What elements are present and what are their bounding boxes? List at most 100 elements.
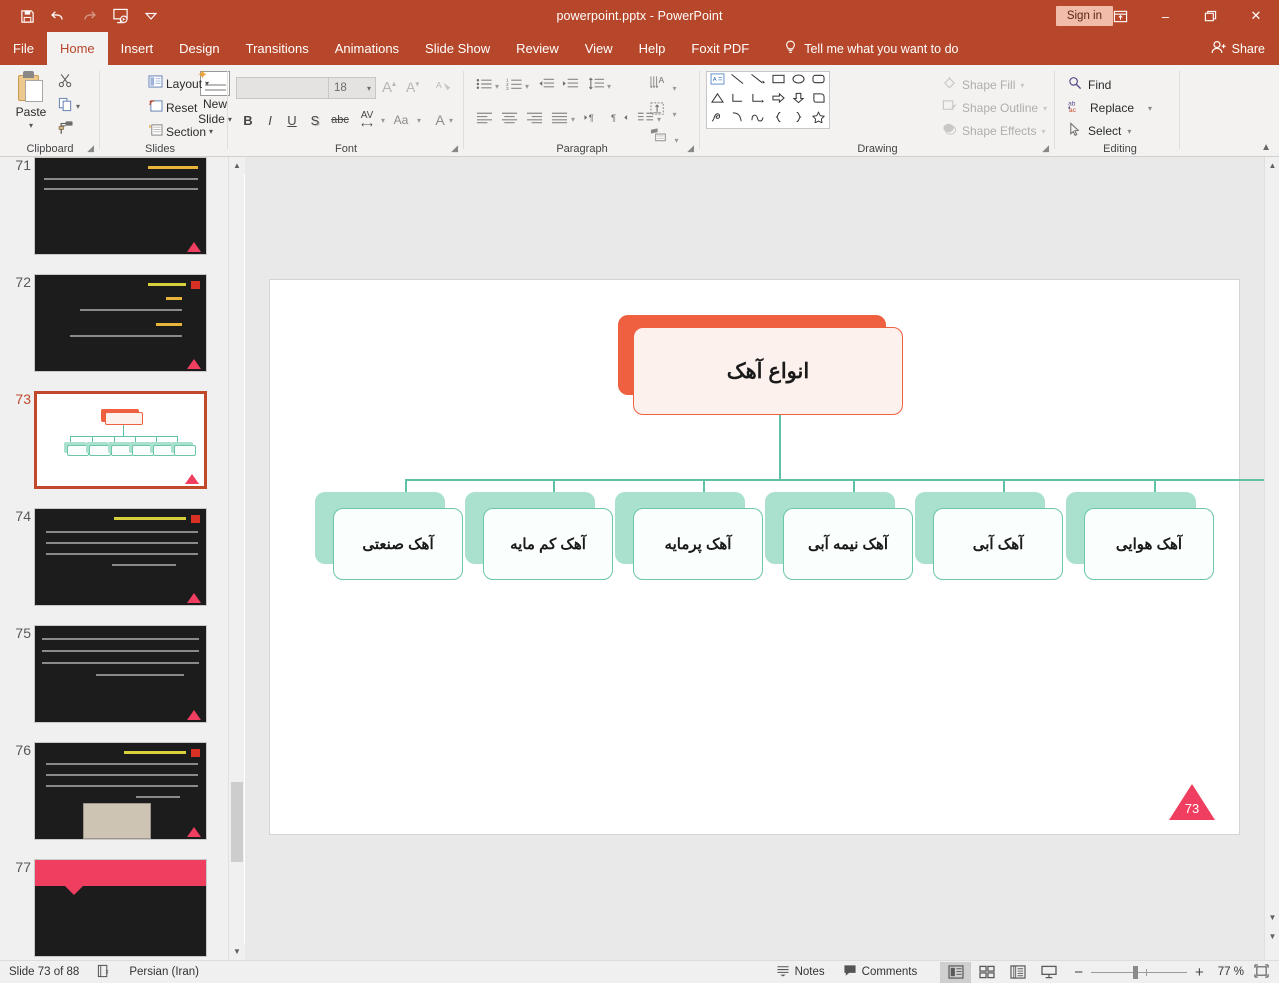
left-brace-shape[interactable] [771, 110, 786, 128]
slide-sorter-view-button[interactable] [971, 962, 1002, 983]
decrease-indent-icon[interactable] [538, 77, 555, 95]
diagram-root-node[interactable]: انواع آهک [618, 315, 903, 415]
scroll-up-icon[interactable]: ▲ [229, 157, 245, 174]
diagram-child-node-1[interactable]: آهک هوایی [1066, 492, 1214, 582]
tab-review[interactable]: Review [503, 32, 572, 65]
slide-editing-canvas[interactable]: انواع آهک آهک صنعتی آهک ک [245, 157, 1264, 960]
format-painter-button[interactable] [58, 120, 74, 139]
oval-shape[interactable] [791, 72, 806, 90]
star-shape[interactable] [811, 110, 826, 128]
slide-thumbnail-pane[interactable]: 71 72 73 [0, 157, 228, 960]
slide-show-view-button[interactable] [1033, 962, 1064, 983]
current-slide[interactable]: انواع آهک آهک صنعتی آهک ک [270, 280, 1239, 834]
bullets-icon[interactable] [476, 77, 493, 95]
replace-button[interactable]: abac Replace ▾ [1068, 99, 1152, 117]
diagram-child-node-6[interactable]: آهک صنعتی [315, 492, 463, 582]
layout-button[interactable]: Layout ▾ [148, 75, 209, 92]
rounded-rectangle-shape[interactable] [811, 72, 826, 90]
font-dialog-launcher[interactable]: ◢ [451, 143, 458, 154]
numbering-dropdown-icon[interactable]: ▾ [525, 82, 529, 91]
strikethrough-button[interactable]: abc [327, 114, 353, 126]
align-center-icon[interactable] [501, 111, 518, 128]
child-node-face[interactable]: آهک هوایی [1084, 508, 1214, 580]
underline-button[interactable]: U [281, 113, 303, 128]
freeform-shape[interactable] [710, 110, 725, 128]
paste-dropdown-icon[interactable]: ▾ [29, 121, 33, 130]
diagram-child-node-5[interactable]: آهک کم مایه [465, 492, 613, 582]
right-arrow-shape[interactable] [771, 91, 786, 109]
paste-button[interactable]: Paste ▾ [8, 71, 54, 137]
bold-button[interactable]: B [237, 113, 259, 128]
child-node-face[interactable]: آهک نیمه آبی [783, 508, 913, 580]
thumbnail-slide-preview[interactable] [34, 742, 207, 840]
thumbnail-slide-preview[interactable] [34, 859, 207, 957]
tab-view[interactable]: View [572, 32, 626, 65]
diagram-child-node-2[interactable]: آهک آبی [915, 492, 1063, 582]
font-size-dropdown-icon[interactable]: ▾ [367, 84, 375, 93]
text-shadow-button[interactable]: S [303, 113, 327, 128]
canvas-next-slide-icon[interactable]: ▼ [1265, 928, 1279, 945]
canvas-scroll-down-icon[interactable]: ▼ [1265, 909, 1279, 926]
arc-shape[interactable] [730, 110, 745, 128]
copy-button[interactable]: ▾ [58, 97, 80, 116]
child-node-face[interactable]: آهک کم مایه [483, 508, 613, 580]
zoom-in-button[interactable]: + [1187, 961, 1212, 983]
root-node-face[interactable]: انواع آهک [633, 327, 903, 415]
curve-shape[interactable] [750, 110, 765, 128]
font-color-button[interactable]: A [421, 112, 449, 128]
align-text-dropdown-icon[interactable]: ▾ [672, 110, 676, 119]
scrollbar-thumb[interactable] [231, 782, 243, 862]
justify-icon[interactable] [551, 111, 568, 128]
tab-transitions[interactable]: Transitions [233, 32, 322, 65]
select-dropdown-icon[interactable]: ▾ [1127, 127, 1131, 136]
justify-dropdown-icon[interactable]: ▾ [571, 115, 575, 124]
zoom-out-button[interactable]: − [1064, 961, 1091, 983]
align-right-icon[interactable] [526, 111, 543, 128]
shapes-gallery[interactable]: A [706, 71, 830, 129]
diagram-child-node-4[interactable]: آهک پرمایه [615, 492, 763, 582]
comments-button[interactable]: Comments [834, 961, 927, 983]
replace-dropdown-icon[interactable]: ▾ [1148, 104, 1152, 113]
restore-button[interactable] [1188, 0, 1233, 32]
slide-counter[interactable]: Slide 73 of 88 [0, 961, 88, 983]
shape-effects-dropdown-icon[interactable]: ▾ [1042, 127, 1046, 136]
normal-view-button[interactable] [940, 962, 971, 983]
line-spacing-dropdown-icon[interactable]: ▾ [607, 82, 611, 91]
shape-effects-button[interactable]: Shape Effects ▾ [942, 122, 1046, 140]
down-arrow-shape[interactable] [791, 91, 806, 109]
numbering-icon[interactable]: 123 [506, 77, 523, 95]
diagram-child-node-3[interactable]: آهک نیمه آبی [765, 492, 913, 582]
minimize-button[interactable]: – [1143, 0, 1188, 32]
text-direction-dropdown-icon[interactable]: ▾ [672, 84, 676, 93]
character-spacing-button[interactable]: AV⟷ [353, 111, 381, 129]
elbow-connector-shape[interactable] [730, 91, 745, 109]
tab-animations[interactable]: Animations [322, 32, 412, 65]
right-brace-shape[interactable] [791, 110, 806, 128]
reading-view-button[interactable] [1002, 962, 1033, 983]
tab-foxit-pdf[interactable]: Foxit PDF [678, 32, 762, 65]
tab-slide-show[interactable]: Slide Show [412, 32, 503, 65]
shape-outline-button[interactable]: Shape Outline ▾ [942, 99, 1047, 117]
notes-button[interactable]: Notes [767, 961, 834, 983]
italic-button[interactable]: I [259, 113, 281, 128]
tab-home[interactable]: Home [47, 32, 108, 65]
text-direction-button[interactable]: A ▾ [650, 75, 676, 96]
canvas-scroll-up-icon[interactable]: ▲ [1265, 157, 1279, 174]
elbow-arrow-connector-shape[interactable] [750, 91, 765, 109]
decrease-font-size-button[interactable]: A▾ [406, 79, 419, 95]
child-node-face[interactable]: آهک آبی [933, 508, 1063, 580]
tab-help[interactable]: Help [626, 32, 679, 65]
tab-design[interactable]: Design [166, 32, 232, 65]
thumbnail-pane-scrollbar[interactable]: ▲ ▼ [228, 157, 244, 960]
clear-formatting-button[interactable]: A [436, 79, 453, 100]
rectangle-shape[interactable] [771, 72, 786, 90]
language-indicator[interactable]: Persian (Iran) [120, 961, 208, 983]
increase-font-size-button[interactable]: A▴ [382, 79, 396, 96]
drawing-dialog-launcher[interactable]: ◢ [1042, 143, 1049, 154]
cut-button[interactable] [58, 73, 73, 92]
right-to-left-icon[interactable]: ¶ [610, 111, 628, 128]
zoom-slider[interactable] [1091, 961, 1187, 983]
font-name-combobox[interactable]: ▾ [236, 77, 341, 99]
zoom-level[interactable]: 77 % [1212, 961, 1250, 983]
thumbnail-slide-preview[interactable] [34, 274, 207, 372]
